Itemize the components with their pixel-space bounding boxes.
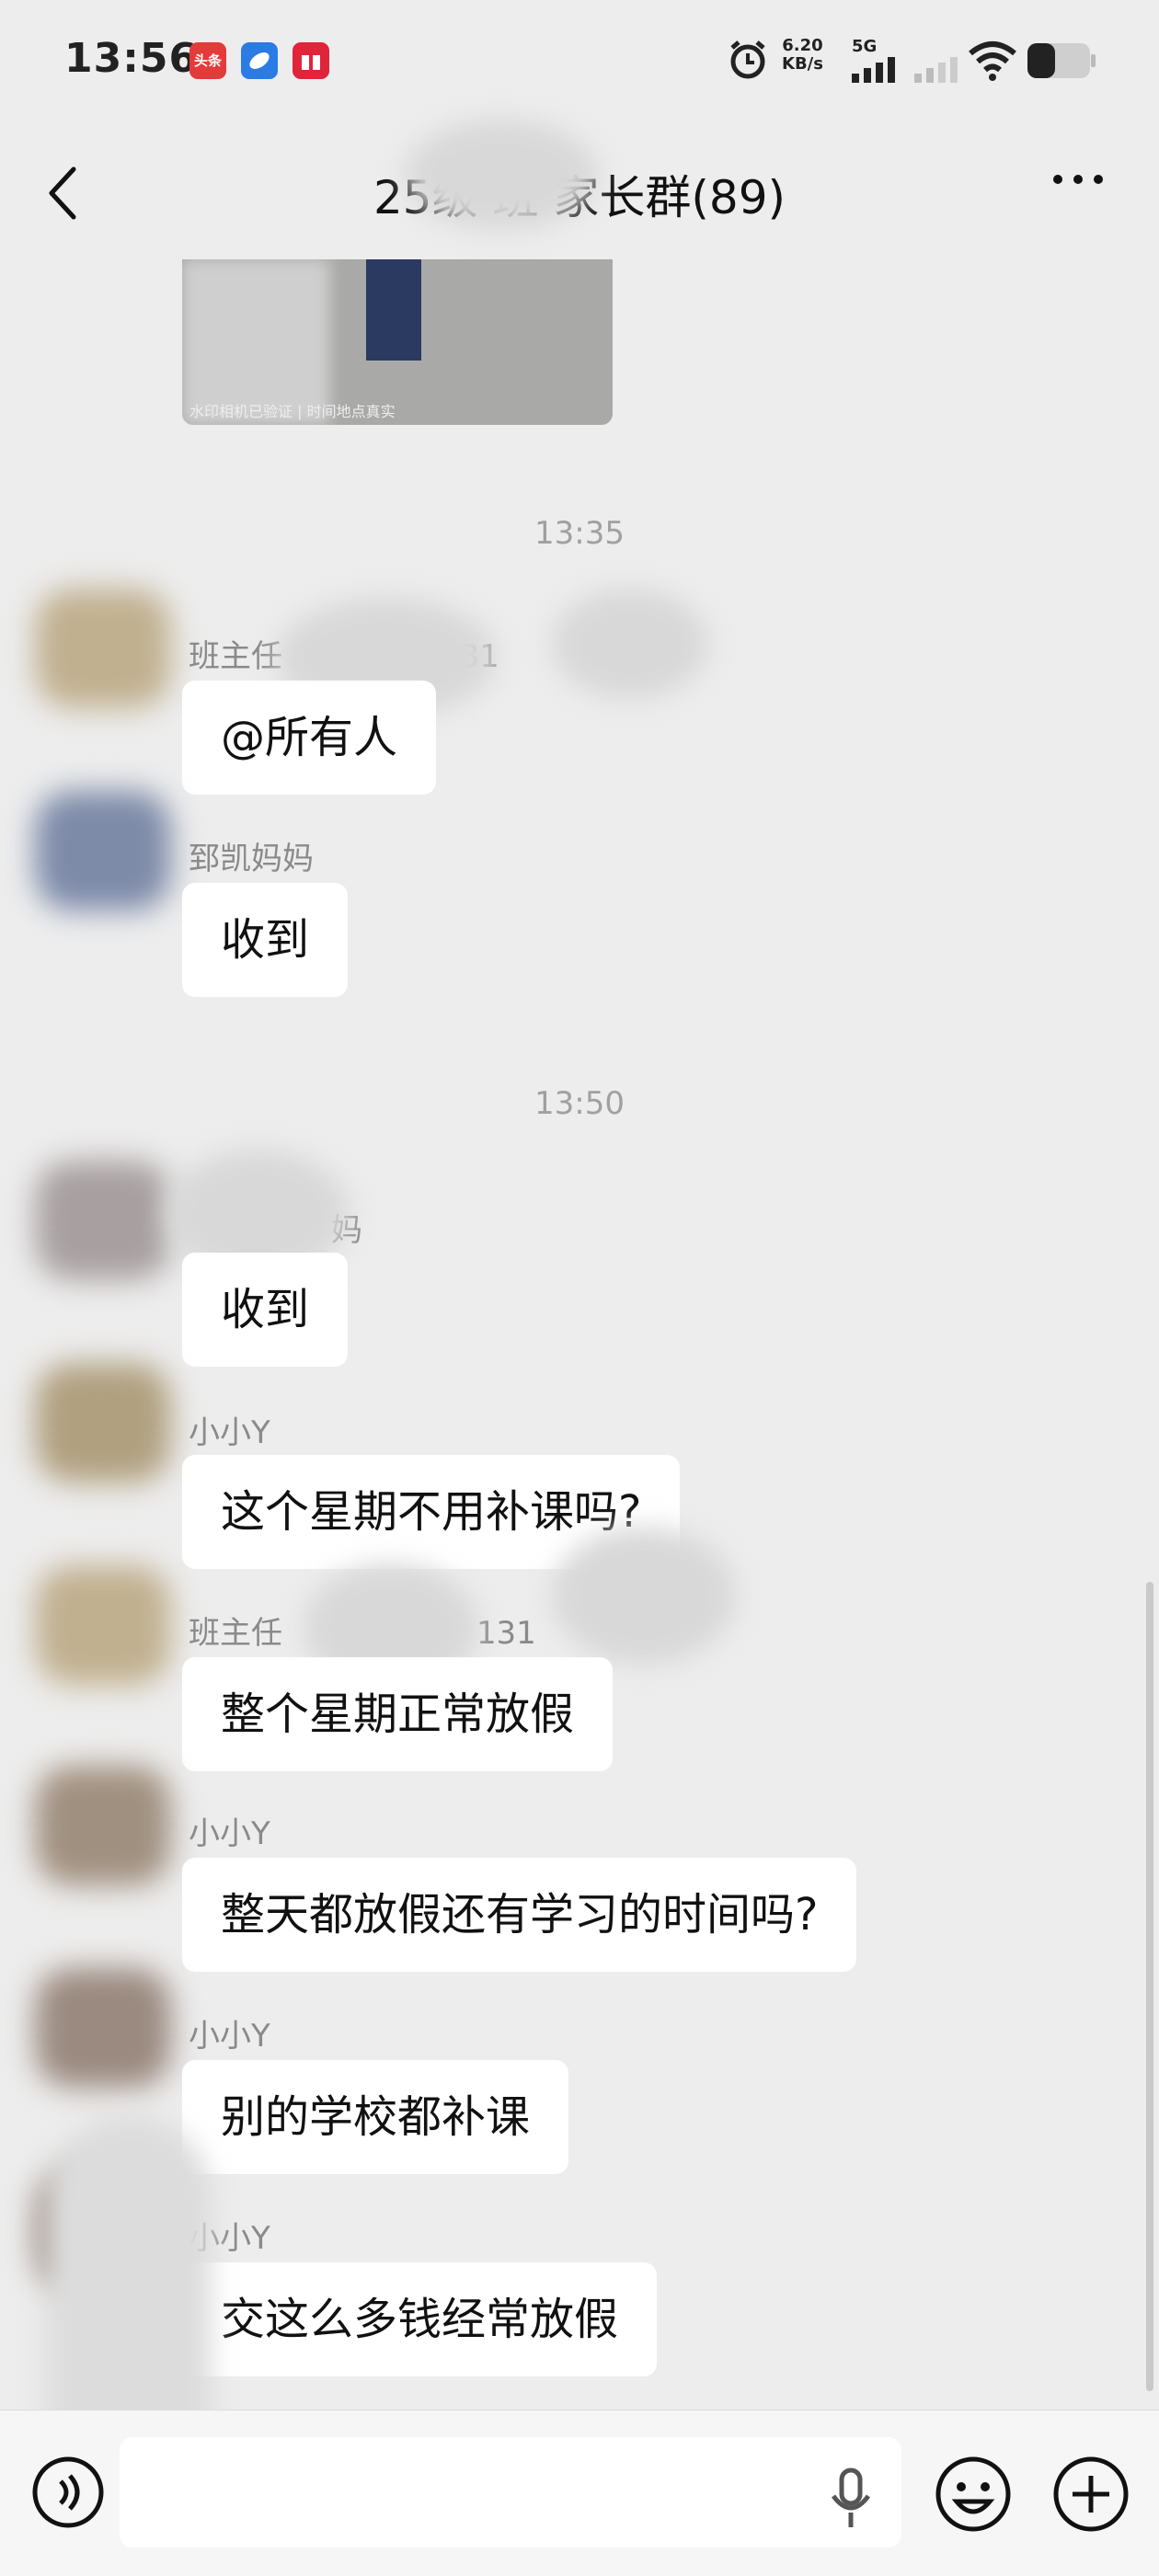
message-bubble[interactable]: 整个星期正常放假	[182, 1657, 614, 1771]
clock: 13:56	[64, 35, 199, 82]
avatar[interactable]	[35, 1968, 171, 2088]
alarm-icon	[730, 40, 765, 79]
wifi-icon	[969, 41, 1016, 81]
photo-watermark: 水印相机已验证 | 时间地点真实	[189, 403, 396, 420]
voice-icon[interactable]	[31, 2456, 105, 2529]
avatar[interactable]	[35, 589, 171, 708]
signal-weak-icon	[914, 57, 958, 83]
privacy-blur	[552, 1527, 736, 1665]
message-bubble[interactable]: 别的学校都补课	[182, 2060, 569, 2174]
microphone-icon[interactable]	[828, 2467, 874, 2531]
more-dots-icon[interactable]	[1049, 166, 1113, 193]
net-speed: 6.20 KB/s	[782, 37, 823, 74]
message-bubble[interactable]: 收到	[182, 883, 349, 997]
avatar[interactable]	[35, 791, 171, 910]
sender-name: 郅凯妈妈	[189, 841, 314, 877]
sender-name-text: 班主任	[189, 638, 282, 675]
chat-image-message[interactable]: 水印相机已验证 | 时间地点真实	[182, 259, 613, 425]
net-speed-unit: KB/s	[782, 54, 823, 74]
message-input[interactable]	[120, 2437, 901, 2547]
message-bubble[interactable]: 收到	[182, 1253, 349, 1367]
sender-name: 小小Y	[189, 1815, 270, 1852]
avatar[interactable]	[35, 1766, 171, 1885]
scrollbar[interactable]	[1146, 1582, 1153, 2391]
timestamp: 13:50	[534, 1085, 625, 1122]
avatar[interactable]	[35, 1565, 171, 1685]
network-type: 5G	[852, 37, 878, 56]
privacy-blur	[552, 589, 708, 699]
signal-icon	[852, 57, 895, 83]
timestamp: 13:35	[534, 515, 625, 552]
plus-icon[interactable]	[1052, 2456, 1130, 2533]
sender-name: 小小Y	[189, 1414, 270, 1451]
battery-icon	[1027, 43, 1096, 78]
privacy-blur	[405, 120, 598, 230]
browser-app-icon	[241, 42, 278, 79]
photo-content	[366, 259, 421, 361]
sender-name-text: 班主任	[189, 1615, 282, 1652]
sender-name-suffix: 131	[476, 1615, 536, 1652]
message-bubble[interactable]: 整天都放假还有学习的时间吗?	[182, 1858, 857, 1972]
avatar[interactable]	[35, 1363, 171, 1483]
sender-name: 小小Y	[189, 2018, 270, 2055]
status-bar: 13:56 头条 6.20 KB/s 5G	[0, 0, 1159, 129]
net-speed-value: 6.20	[782, 36, 823, 55]
message-bubble[interactable]: @所有人	[182, 681, 437, 795]
gift-app-icon	[293, 42, 329, 79]
avatar[interactable]	[35, 1161, 171, 1280]
emoji-icon[interactable]	[935, 2456, 1012, 2533]
toutiao-app-icon: 头条	[189, 42, 226, 79]
message-bubble[interactable]: 交这么多钱经常放假	[182, 2262, 658, 2376]
